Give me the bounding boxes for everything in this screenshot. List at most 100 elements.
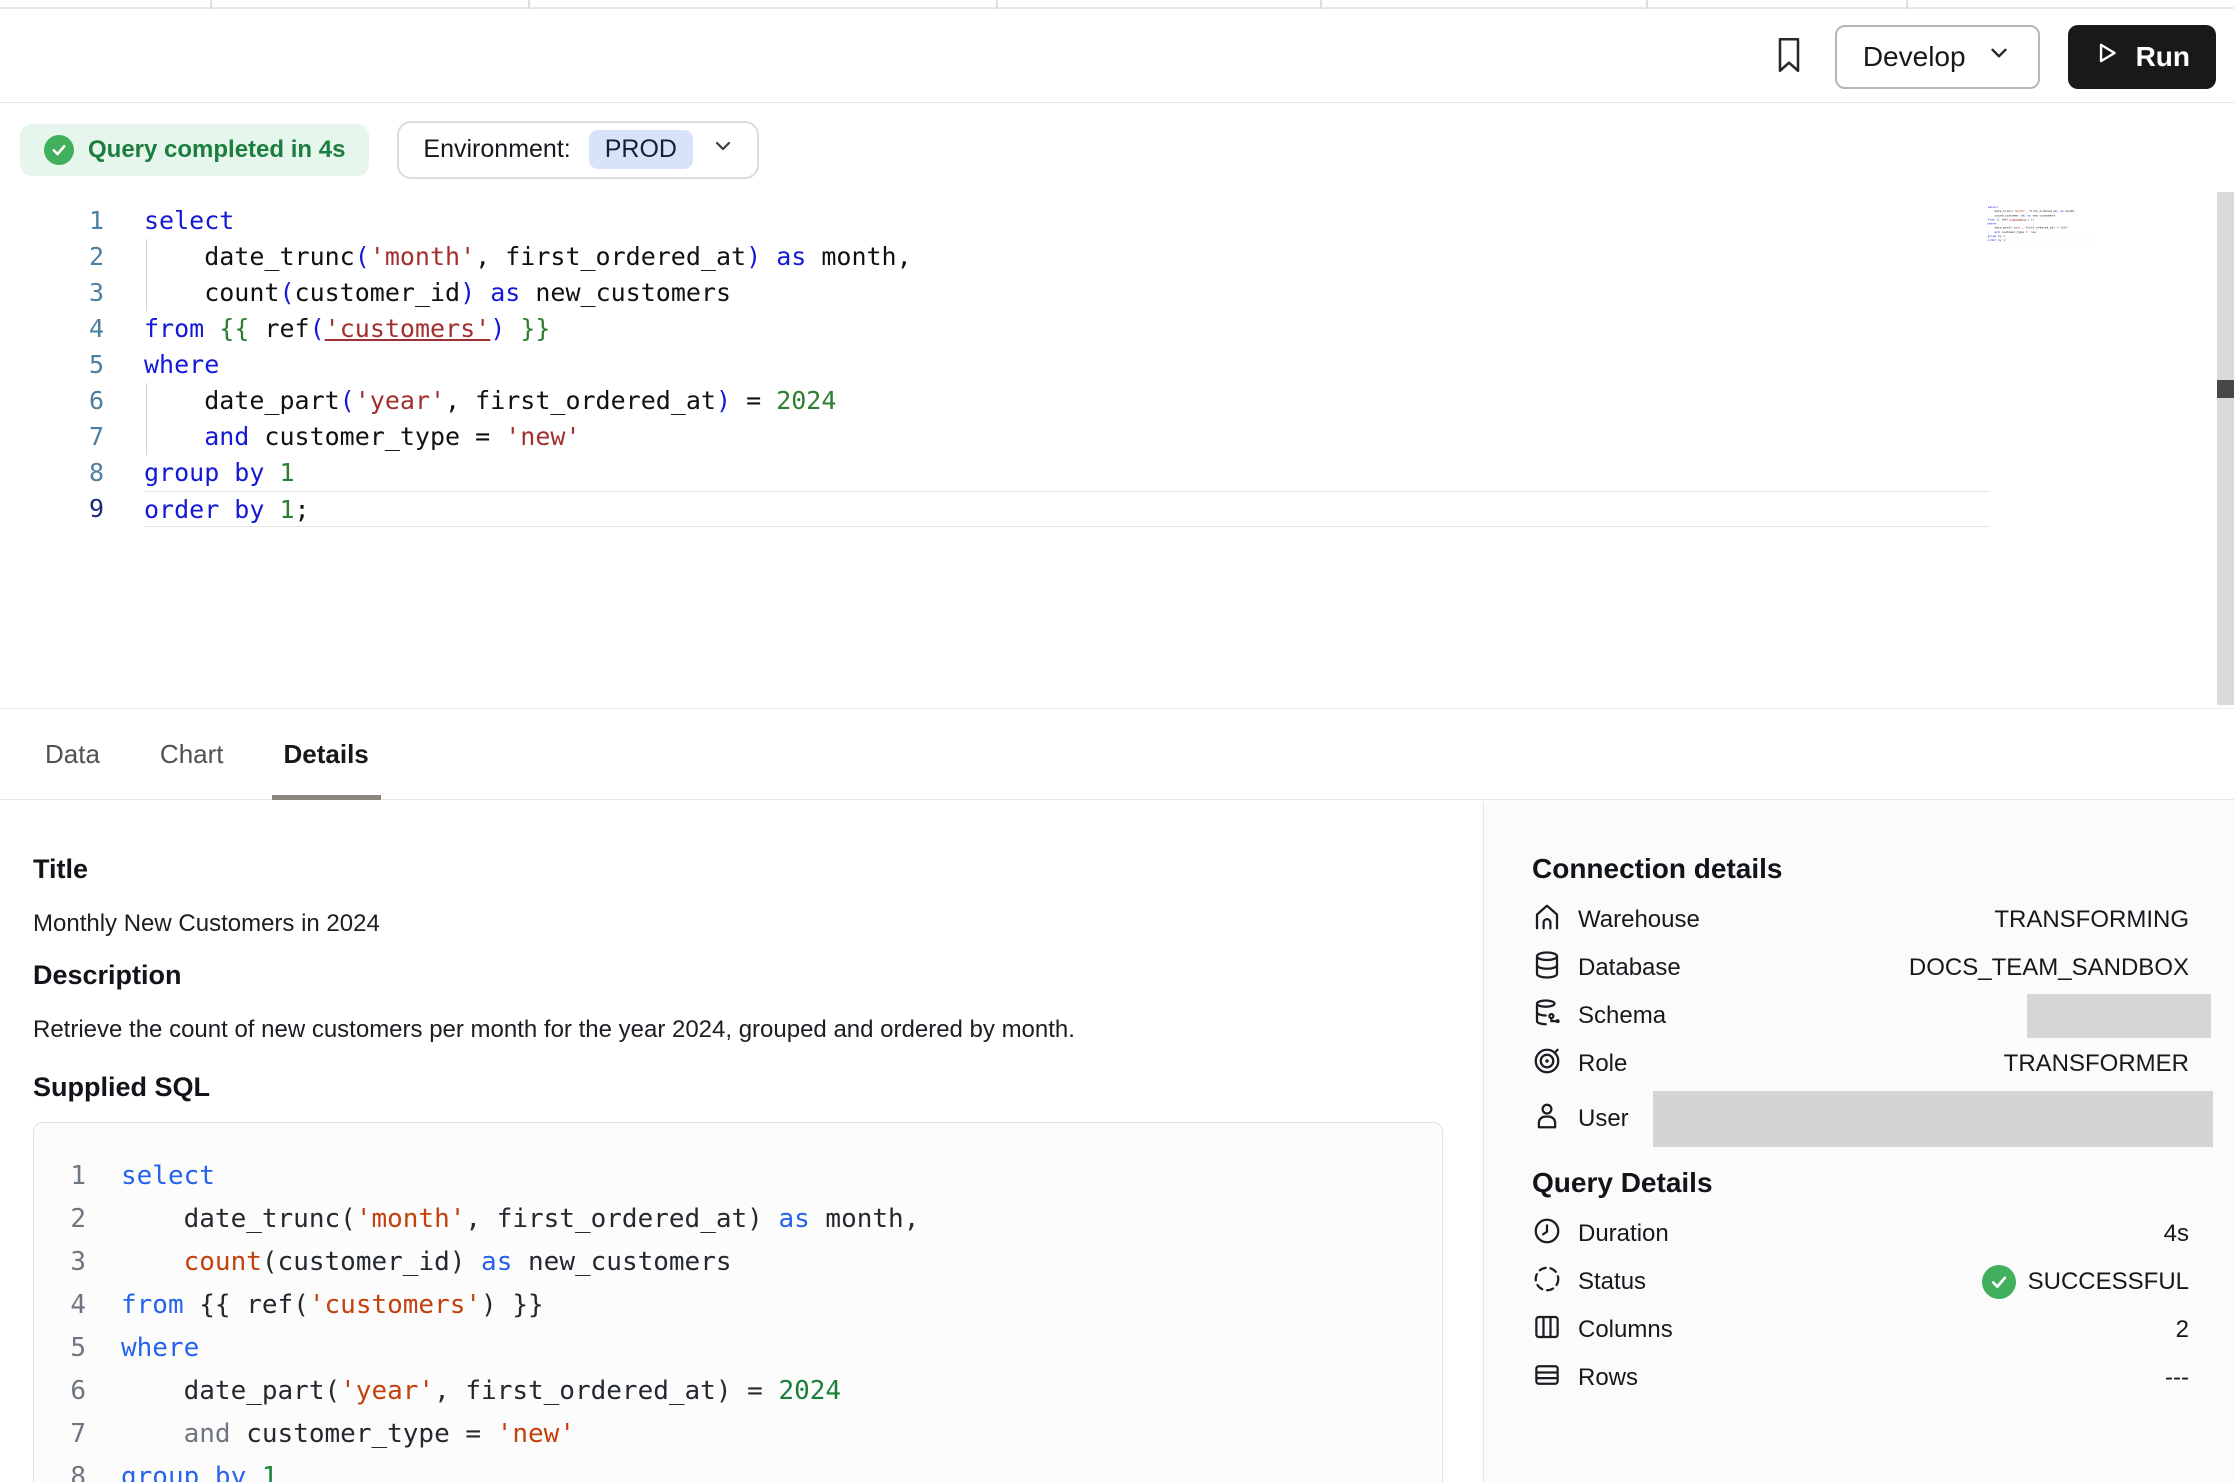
- tab-details[interactable]: Details: [272, 709, 381, 799]
- play-icon: [2094, 40, 2120, 73]
- connection-row-warehouse: Warehouse TRANSFORMING: [1532, 896, 2189, 944]
- code-line: 7 and customer_type = 'new': [64, 1413, 1442, 1456]
- line-number: 6: [64, 1370, 86, 1413]
- schema-icon: [1532, 998, 1562, 1035]
- columns-value: 2: [2176, 1316, 2189, 1344]
- query-status-pill: Query completed in 4s: [20, 124, 369, 176]
- warehouse-icon: [1532, 902, 1562, 939]
- schema-redacted-value: [2027, 994, 2211, 1038]
- minimap-code: 1select2 date_trunc('month', first_order…: [1983, 205, 2095, 242]
- line-number: 5: [64, 1327, 86, 1370]
- top-tab-strip: [0, 0, 2234, 9]
- line-number: 4: [64, 1284, 86, 1327]
- details-content: Title Monthly New Customers in 2024 Desc…: [0, 801, 2234, 1482]
- query-details-rows: Duration 4s Status: [1532, 1210, 2189, 1402]
- code-line: 9order by 1;: [1983, 238, 2095, 242]
- line-number: 6: [0, 383, 104, 419]
- code-line: 6 date_part('year', first_ordered_at) = …: [64, 1370, 1442, 1413]
- code-line: 5where: [0, 347, 2234, 383]
- code-line: 2 date_trunc('month', first_ordered_at) …: [64, 1198, 1442, 1241]
- code-line: 2 date_trunc('month', first_ordered_at) …: [0, 239, 2234, 275]
- description-value: Retrieve the count of new customers per …: [33, 1016, 1443, 1044]
- code-line: 3 count(customer_id) as new_customers: [64, 1241, 1442, 1284]
- code-line: 8group by 1: [64, 1456, 1442, 1482]
- connection-panel: Connection details Warehouse TRANSFORMIN…: [1483, 801, 2234, 1482]
- run-button[interactable]: Run: [2068, 25, 2216, 89]
- status-label: Status: [1578, 1268, 1646, 1296]
- toolbar: Develop Run: [0, 11, 2234, 103]
- tab-data[interactable]: Data: [33, 709, 112, 799]
- chevron-down-icon: [711, 134, 735, 165]
- title-heading: Title: [33, 852, 1443, 886]
- query-row-rows: Rows ---: [1532, 1354, 2189, 1402]
- role-value: TRANSFORMER: [2004, 1050, 2189, 1078]
- line-number: 4: [0, 311, 104, 347]
- query-details-heading: Query Details: [1532, 1166, 2189, 1200]
- line-number: 2: [0, 239, 104, 275]
- bookmark-icon: [1771, 35, 1807, 78]
- code-line: 3 count(customer_id) as new_customers: [0, 275, 2234, 311]
- run-button-label: Run: [2136, 41, 2190, 73]
- editor-code: 1select2 date_trunc('month', first_order…: [0, 203, 2234, 527]
- user-redacted-value: [1653, 1091, 2213, 1147]
- line-number: 2: [64, 1198, 86, 1241]
- connection-row-user: User: [1532, 1088, 2189, 1150]
- code-line: 6 date_part('year', first_ordered_at) = …: [0, 383, 2234, 419]
- tab-divider: [210, 0, 212, 9]
- schema-label: Schema: [1578, 1002, 1666, 1030]
- code-line: 1select: [64, 1155, 1442, 1198]
- status-badge: SUCCESSFUL: [1982, 1265, 2189, 1299]
- sql-editor[interactable]: 1select2 date_trunc('month', first_order…: [0, 195, 2234, 708]
- line-number: 8: [64, 1456, 86, 1482]
- role-icon: [1532, 1046, 1562, 1083]
- line-number: 3: [64, 1241, 86, 1284]
- line-number: 7: [0, 419, 104, 455]
- code-line: 9order by 1;: [0, 491, 2234, 527]
- editor-scrollbar-thumb[interactable]: [2217, 380, 2234, 398]
- database-label: Database: [1578, 954, 1681, 982]
- database-value: DOCS_TEAM_SANDBOX: [1909, 954, 2189, 982]
- editor-scrollbar[interactable]: [2217, 192, 2234, 705]
- line-number: 1: [64, 1155, 86, 1198]
- tab-details-label: Details: [284, 739, 369, 770]
- title-value: Monthly New Customers in 2024: [33, 910, 1443, 938]
- code-line: 5where: [64, 1327, 1442, 1370]
- line-number: 9: [0, 491, 104, 527]
- connection-details-heading: Connection details: [1532, 852, 2189, 886]
- bookmark-button[interactable]: [1771, 35, 1807, 78]
- line-number: 1: [0, 203, 104, 239]
- tab-chart-label: Chart: [160, 739, 224, 770]
- success-check-icon: [1982, 1265, 2016, 1299]
- editor-minimap[interactable]: 1select2 date_trunc('month', first_order…: [1983, 205, 2095, 269]
- rows-icon: [1532, 1360, 1562, 1397]
- line-number: 8: [0, 455, 104, 491]
- user-icon: [1532, 1101, 1562, 1138]
- role-label: Role: [1578, 1050, 1627, 1078]
- duration-label: Duration: [1578, 1220, 1669, 1248]
- columns-icon: [1532, 1312, 1562, 1349]
- app-window: Develop Run Query completed i: [0, 0, 2234, 1482]
- code-line: 8group by 1: [0, 455, 2234, 491]
- environment-selector[interactable]: Environment: PROD: [397, 121, 759, 179]
- tab-divider: [996, 0, 998, 9]
- status-value: SUCCESSFUL: [2028, 1268, 2189, 1296]
- tab-divider: [1906, 0, 1908, 9]
- warehouse-value: TRANSFORMING: [1994, 906, 2189, 934]
- code-line: 7 and customer_type = 'new': [0, 419, 2234, 455]
- tab-divider: [528, 0, 530, 9]
- details-panel: Title Monthly New Customers in 2024 Desc…: [0, 801, 1483, 1482]
- code-line: 4from {{ ref('customers') }}: [0, 311, 2234, 347]
- environment-value-chip: PROD: [589, 130, 693, 169]
- connection-row-database: Database DOCS_TEAM_SANDBOX: [1532, 944, 2189, 992]
- database-icon: [1532, 950, 1562, 987]
- tab-chart[interactable]: Chart: [148, 709, 236, 799]
- warehouse-label: Warehouse: [1578, 906, 1700, 934]
- connection-rows: Warehouse TRANSFORMING Database DOCS_TEA…: [1532, 896, 2189, 1150]
- tab-divider: [1320, 0, 1322, 9]
- duration-icon: [1532, 1216, 1562, 1253]
- rows-value: ---: [2165, 1364, 2189, 1392]
- line-number: 5: [0, 347, 104, 383]
- chevron-down-icon: [1986, 40, 2012, 73]
- develop-button[interactable]: Develop: [1835, 25, 2040, 89]
- user-label: User: [1578, 1105, 1629, 1133]
